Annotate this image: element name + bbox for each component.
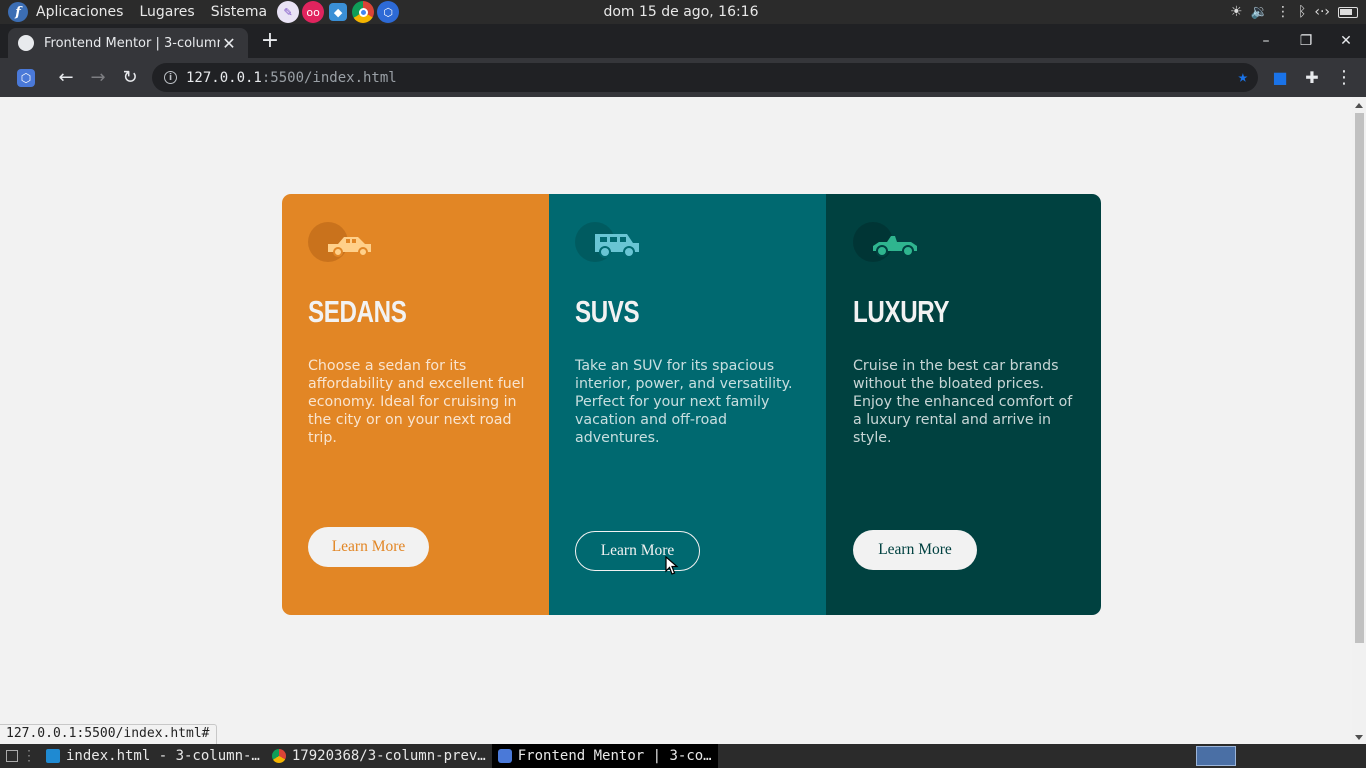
task-vscode-label: index.html - 3-column-… — [66, 748, 260, 764]
scroll-up-icon[interactable] — [1355, 103, 1363, 108]
card-group: SEDANS Choose a sedan for its affordabil… — [282, 194, 1101, 615]
network-icon[interactable]: ‹·› — [1314, 4, 1330, 20]
more-icon[interactable]: ⋮ — [1276, 4, 1290, 20]
workspace-switcher[interactable] — [1196, 746, 1236, 766]
site-info-icon[interactable]: i — [164, 71, 177, 84]
learn-more-sedans-button[interactable]: Learn More — [308, 527, 429, 567]
chrome-menu-icon[interactable]: ⋮ — [1328, 61, 1360, 93]
close-window-icon[interactable]: ✕ — [1326, 33, 1366, 49]
task-chromium-label: Frontend Mentor | 3-co… — [517, 748, 712, 764]
cube-launcher-icon[interactable]: ◆ — [329, 3, 348, 21]
os-menu-bar: f Aplicaciones Lugares Sistema — [0, 0, 275, 24]
back-icon[interactable]: ← — [50, 62, 82, 94]
mouse-cursor-icon — [665, 556, 679, 575]
flickr-launcher-icon[interactable]: oo — [302, 1, 325, 23]
reload-icon[interactable]: ↻ — [114, 62, 146, 94]
chromium-profile-icon[interactable]: ⬡ — [10, 62, 42, 94]
fedora-logo-icon[interactable]: f — [8, 2, 28, 22]
learn-more-luxury-button[interactable]: Learn More — [853, 530, 977, 570]
chrome-launcher-icon[interactable] — [352, 1, 375, 23]
menu-lugares[interactable]: Lugares — [139, 4, 194, 20]
tab-title: Frontend Mentor | 3-column preview card … — [44, 35, 220, 51]
task-chromium[interactable]: Frontend Mentor | 3-co… — [491, 744, 718, 768]
restore-icon[interactable]: ❐ — [1286, 33, 1326, 49]
luxury-car-icon — [853, 222, 917, 262]
minimize-icon[interactable]: – — [1246, 33, 1286, 49]
browser-toolbar: ⬡ ← → ↻ i 127.0.0.1:5500/index.html ★ ■ … — [0, 58, 1366, 97]
card-title-luxury: LUXURY — [853, 294, 950, 329]
address-bar[interactable]: i 127.0.0.1:5500/index.html ★ — [152, 63, 1258, 92]
brightness-icon[interactable]: ☀ — [1230, 4, 1243, 20]
chrome-icon — [271, 749, 286, 763]
task-vscode[interactable]: index.html - 3-column-… — [40, 744, 266, 768]
url-path: :5500/index.html — [261, 69, 397, 86]
tab-favicon-icon — [18, 35, 34, 51]
forward-icon[interactable]: → — [82, 62, 114, 94]
battery-icon[interactable] — [1338, 6, 1358, 18]
chromium-icon — [497, 749, 512, 763]
page-viewport: SEDANS Choose a sedan for its affordabil… — [0, 97, 1352, 744]
editor-launcher-icon[interactable]: ✎ — [277, 1, 300, 23]
card-suvs: SUVS Take an SUV for its spacious interi… — [549, 194, 826, 615]
link-status-bubble: 127.0.0.1:5500/index.html# — [0, 724, 217, 744]
extensions-puzzle-icon[interactable]: ✚ — [1296, 61, 1328, 93]
bluetooth-icon[interactable]: ᛒ — [1298, 4, 1306, 20]
page-scrollbar[interactable] — [1352, 97, 1366, 744]
show-desktop-icon[interactable] — [6, 750, 18, 762]
card-title-suvs: SUVS — [575, 294, 640, 329]
task-chrome-label: 17920368/3-column-prev… — [291, 748, 486, 764]
launcher-icons: ✎ oo ◆ ⬡ — [277, 1, 400, 23]
task-chrome[interactable]: 17920368/3-column-prev… — [266, 744, 492, 768]
tab-frontend-mentor[interactable]: Frontend Mentor | 3-column preview card … — [8, 28, 248, 58]
card-luxury: LUXURY Cruise in the best car brands wit… — [826, 194, 1101, 615]
sedan-icon — [308, 222, 371, 262]
system-tray: ☀ 🔉 ⋮ ᛒ ‹·› — [1230, 0, 1358, 24]
url-host: 127.0.0.1 — [186, 69, 262, 86]
chromium-launcher-icon[interactable]: ⬡ — [377, 1, 400, 23]
bottom-taskbar: ⋮ index.html - 3-column-… 17920368/3-col… — [0, 744, 1366, 768]
card-title-sedans: SEDANS — [308, 294, 407, 329]
tab-strip: Frontend Mentor | 3-column preview card … — [0, 24, 1366, 58]
toolbar-extensions: ■ ✚ ⋮ — [1264, 61, 1360, 93]
card-text-suvs: Take an SUV for its spacious interior, p… — [575, 358, 793, 446]
card-text-luxury: Cruise in the best car brands without th… — [853, 358, 1073, 446]
window-controls: – ❐ ✕ — [1246, 24, 1366, 58]
bookmark-star-icon[interactable]: ★ — [1238, 67, 1248, 87]
taskbar-handle-icon: ⋮ — [22, 748, 36, 764]
menu-sistema[interactable]: Sistema — [211, 4, 267, 20]
suv-icon — [575, 222, 639, 262]
card-sedans: SEDANS Choose a sedan for its affordabil… — [282, 194, 549, 615]
camera-icon[interactable]: ■ — [1264, 61, 1296, 93]
top-panel: f Aplicaciones Lugares Sistema ✎ oo ◆ ⬡ … — [0, 0, 1366, 24]
scroll-thumb[interactable] — [1355, 113, 1364, 643]
scroll-down-icon[interactable] — [1355, 735, 1363, 740]
volume-icon[interactable]: 🔉 — [1251, 4, 1268, 20]
card-text-sedans: Choose a sedan for its affordability and… — [308, 358, 525, 446]
learn-more-suvs-button[interactable]: Learn More — [575, 531, 700, 571]
vscode-icon — [46, 749, 60, 763]
close-tab-icon[interactable]: ✕ — [220, 34, 238, 53]
menu-aplicaciones[interactable]: Aplicaciones — [36, 4, 123, 20]
new-tab-button[interactable]: + — [258, 30, 282, 54]
